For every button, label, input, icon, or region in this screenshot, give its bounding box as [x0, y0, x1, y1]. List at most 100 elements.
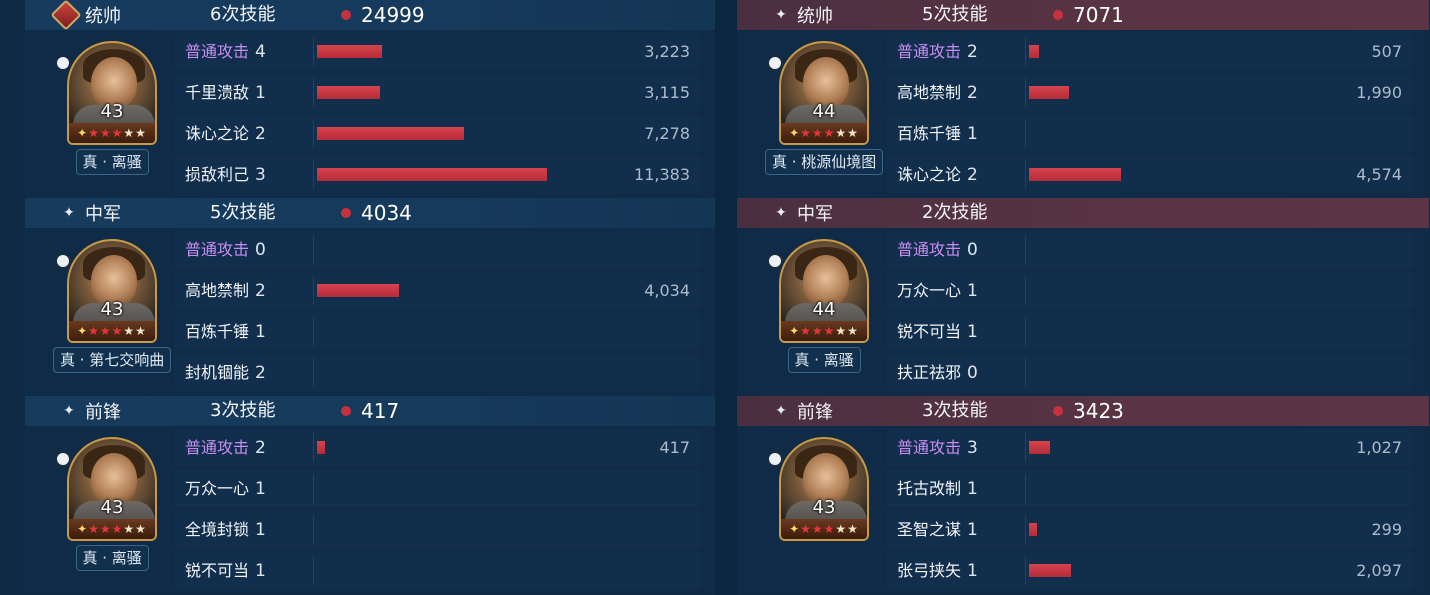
skill-count: 1 [255, 83, 266, 103]
skill-row: 损敌利己 3 11,383 [175, 156, 700, 193]
damage-bar [1029, 45, 1039, 58]
tactic-tag[interactable]: 真 · 离骚 [75, 545, 149, 571]
column-divider [313, 358, 314, 387]
column-divider [313, 276, 314, 305]
column-divider [1025, 474, 1026, 503]
skill-name[interactable]: 诛心之论 2 [185, 115, 266, 152]
skill-count: 2 [255, 438, 266, 458]
role-name: 中军 [85, 204, 121, 225]
column-divider [313, 119, 314, 148]
skill-name-text: 千里溃敌 [185, 83, 250, 102]
skill-name[interactable]: 封机锢能 2 [185, 354, 266, 391]
skill-row: 诛心之论 2 4,574 [887, 156, 1412, 193]
troop-icon [55, 253, 71, 269]
column-divider [313, 317, 314, 346]
column-divider [313, 556, 314, 585]
damage-value: 11,383 [634, 165, 690, 184]
skill-name[interactable]: 百炼千锤 1 [897, 115, 978, 152]
skill-name[interactable]: 全境封锁 1 [185, 511, 266, 548]
tactic-tag[interactable]: 真 · 离骚 [75, 149, 149, 175]
skill-name-text: 普通攻击 [897, 438, 962, 457]
skill-name[interactable]: 万众一心 1 [185, 470, 266, 507]
total-damage: 7071 [1053, 0, 1124, 30]
skill-name-text: 普通攻击 [185, 438, 250, 457]
skill-row: 诛心之论 2 7,278 [175, 115, 700, 152]
skill-name[interactable]: 普通攻击 3 [897, 429, 978, 466]
skill-name[interactable]: 圣智之谋 1 [897, 511, 978, 548]
damage-value: 3,115 [644, 83, 690, 102]
hero-block: ✦ 中军 2次技能 44 ✦★★★★★ 真 · 离骚 普通攻击 0 万众一心 1 锐不可当 1 扶正祛邪… [737, 198, 1429, 396]
skill-count: 2 [255, 363, 266, 383]
role-label: ✦ 前锋 [773, 396, 833, 426]
skill-name-text: 普通攻击 [897, 42, 962, 61]
skill-name[interactable]: 百炼千锤 1 [185, 313, 266, 350]
hero-block: ✦ 前锋 3次技能 417 43 ✦★★★★★ 真 · 离骚 普通攻击 2 417 万众一心 1 全境封… [25, 396, 715, 594]
skill-name[interactable]: 千里溃敌 1 [185, 74, 266, 111]
hero-block: ✦ 前锋 3次技能 3423 43 ✦★★★★★ 普通攻击 3 1,027 托古改制 1 圣智之谋 1 2… [737, 396, 1429, 594]
hero-level: 43 [100, 299, 124, 320]
skill-name[interactable]: 诛心之论 2 [897, 156, 978, 193]
damage-dot-icon [341, 208, 351, 218]
damage-bar [317, 441, 325, 454]
hero-header: ✦ 前锋 3次技能 417 [25, 396, 715, 426]
column-divider [1025, 358, 1026, 387]
hero-portrait[interactable]: 43 ✦★★★★★ [67, 437, 157, 541]
damage-value: 1,027 [1356, 438, 1402, 457]
hero-portrait[interactable]: 43 ✦★★★★★ [67, 239, 157, 343]
skill-row: 普通攻击 0 [887, 231, 1412, 268]
role-name: 统帅 [797, 6, 833, 27]
tactic-tag[interactable]: 真 · 桃源仙境图 [765, 149, 884, 175]
skill-name[interactable]: 托古改制 1 [897, 470, 978, 507]
damage-value: 507 [1371, 42, 1402, 61]
role-label: ✦ 前锋 [61, 396, 121, 426]
skill-name[interactable]: 张弓挟矢 1 [897, 552, 978, 589]
skill-name[interactable]: 锐不可当 1 [897, 313, 978, 350]
skill-row: 千里溃敌 1 3,115 [175, 74, 700, 111]
total-damage: 24999 [341, 0, 425, 30]
skill-row: 万众一心 1 [175, 470, 700, 507]
total-damage-value: 7071 [1073, 3, 1124, 27]
hero-portrait[interactable]: 44 ✦★★★★★ [779, 41, 869, 145]
skill-name-text: 万众一心 [185, 479, 250, 498]
sparkle-icon: ✦ [775, 403, 787, 419]
skill-name[interactable]: 普通攻击 2 [185, 429, 266, 466]
star-rating: ✦★★★★★ [69, 321, 155, 341]
skill-row: 普通攻击 2 417 [175, 429, 700, 466]
hero-portrait[interactable]: 43 ✦★★★★★ [779, 437, 869, 541]
skill-name[interactable]: 锐不可当 1 [185, 552, 266, 589]
skill-name[interactable]: 高地禁制 2 [897, 74, 978, 111]
hero-block: 统帅 6次技能 24999 43 ✦★★★★★ 真 · 离骚 普通攻击 4 3,223 千里溃敌 1… [25, 0, 715, 198]
tactic-tag[interactable]: 真 · 离骚 [787, 347, 861, 373]
skill-name[interactable]: 高地禁制 2 [185, 272, 266, 309]
skill-name[interactable]: 普通攻击 2 [897, 33, 978, 70]
skill-name[interactable]: 普通攻击 4 [185, 33, 266, 70]
damage-bar [1029, 168, 1121, 181]
hero-portrait[interactable]: 43 ✦★★★★★ [67, 41, 157, 145]
skill-count: 1 [255, 322, 266, 342]
column-divider [1025, 433, 1026, 462]
skill-name[interactable]: 损敌利己 3 [185, 156, 266, 193]
column-divider [1025, 78, 1026, 107]
skill-name-text: 张弓挟矢 [897, 561, 962, 580]
column-divider [1025, 317, 1026, 346]
skill-row: 高地禁制 2 4,034 [175, 272, 700, 309]
total-damage-value: 24999 [361, 3, 425, 27]
skill-name[interactable]: 普通攻击 0 [185, 231, 266, 268]
role-name: 前锋 [797, 402, 833, 423]
skill-name-text: 封机锢能 [185, 363, 250, 382]
skill-row: 全境封锁 1 [175, 511, 700, 548]
damage-value: 3,223 [644, 42, 690, 61]
sparkle-icon: ✦ [63, 403, 75, 419]
troop-icon [767, 55, 783, 71]
tactic-tag[interactable]: 真 · 第七交响曲 [53, 347, 172, 373]
column-divider [1025, 515, 1026, 544]
skill-name[interactable]: 普通攻击 0 [897, 231, 978, 268]
skill-name[interactable]: 万众一心 1 [897, 272, 978, 309]
hero-portrait[interactable]: 44 ✦★★★★★ [779, 239, 869, 343]
damage-value: 417 [659, 438, 690, 457]
skill-name-text: 圣智之谋 [897, 520, 962, 539]
skill-name[interactable]: 扶正祛邪 0 [897, 354, 978, 391]
role-name: 前锋 [85, 402, 121, 423]
skill-row: 封机锢能 2 [175, 354, 700, 391]
damage-bar [1029, 86, 1069, 99]
